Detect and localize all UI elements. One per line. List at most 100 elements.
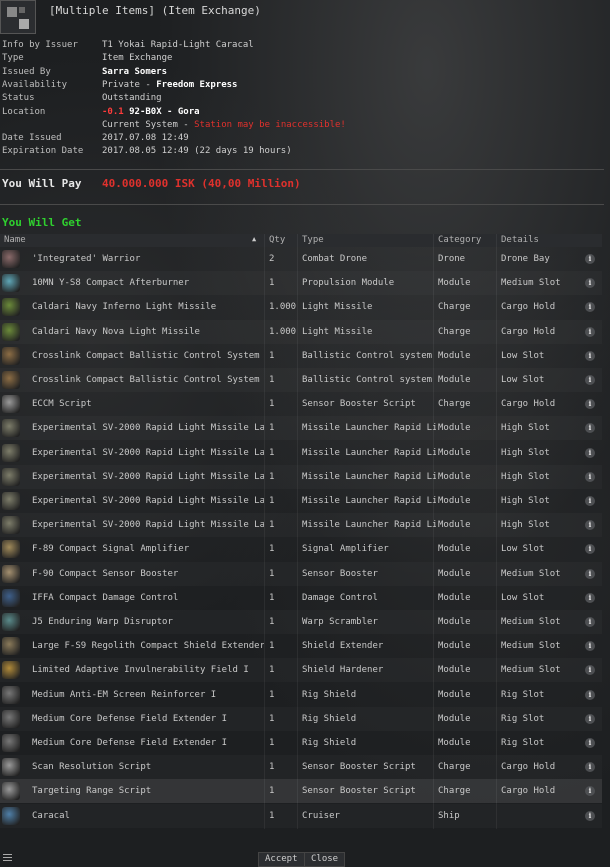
show-info-icon[interactable]: i	[585, 762, 595, 773]
header-type[interactable]: Type	[302, 235, 324, 245]
show-info-icon[interactable]: i	[585, 447, 595, 458]
table-row[interactable]: F-89 Compact Signal Amplifier 1 Signal Amp…	[0, 537, 602, 561]
show-info-icon[interactable]: i	[585, 810, 595, 821]
show-info-icon[interactable]: i	[585, 520, 595, 531]
sort-ascending-icon[interactable]: ▲	[252, 235, 256, 243]
menu-icon[interactable]	[3, 854, 12, 862]
item-details: Low Slot	[501, 375, 545, 385]
launcher-icon	[2, 443, 20, 462]
table-row[interactable]: Experimental SV-2000 Rapid Light Missile…	[0, 441, 602, 465]
show-info-icon[interactable]: i	[585, 350, 595, 361]
launcher-icon	[2, 516, 20, 535]
show-info-icon[interactable]: i	[585, 399, 595, 410]
table-row[interactable]: IFFA Compact Damage Control 1 Damage Contr…	[0, 586, 602, 610]
item-category: Charge	[438, 302, 471, 313]
info-row: Availability Private - Freedom Express	[0, 79, 610, 92]
warp-disruptor-icon	[2, 613, 20, 631]
table-row[interactable]: Experimental SV-2000 Rapid Light Missile…	[0, 416, 602, 440]
item-category: Charge	[438, 326, 471, 337]
item-name: IFFA Compact Damage Control	[32, 592, 179, 603]
show-info-icon[interactable]: i	[585, 786, 595, 797]
show-info-icon[interactable]: i	[585, 254, 595, 264]
table-row[interactable]: Crosslink Compact Ballistic Control Syst…	[0, 344, 602, 368]
show-info-icon[interactable]: i	[585, 568, 595, 579]
show-info-icon[interactable]: i	[585, 423, 595, 434]
show-info-icon[interactable]: i	[585, 496, 595, 506]
item-details: High Slot	[501, 520, 550, 531]
table-row[interactable]: Experimental SV-2000 Rapid Light Missile…	[0, 465, 602, 489]
title-bar[interactable]: [Multiple Items] (Item Exchange)	[0, 0, 610, 36]
table-row[interactable]: 'Integrated' Warrior 2 Combat Drone Drone Dr…	[0, 247, 602, 271]
item-qty: 1	[269, 447, 275, 458]
show-info-icon[interactable]: i	[585, 375, 595, 385]
header-details[interactable]: Details	[501, 235, 539, 245]
header-category[interactable]: Category	[438, 235, 481, 245]
table-row[interactable]: Caracal 1 Cruiser Ship i	[0, 804, 602, 828]
table-row[interactable]: Experimental SV-2000 Rapid Light Missile…	[0, 489, 602, 513]
table-row[interactable]: Medium Core Defense Field Extender I 1 Rig…	[0, 707, 602, 731]
issuer-link[interactable]: Sarra Somers	[102, 66, 167, 79]
show-info-icon[interactable]: i	[585, 738, 595, 748]
table-row[interactable]: Caldari Navy Inferno Light Missile 1.000 L…	[0, 295, 602, 319]
item-category: Module	[438, 641, 471, 652]
info-value: 2017.08.05 12:49 (22 days 19 hours)	[102, 146, 292, 157]
item-category: Module	[438, 447, 471, 458]
item-qty: 1	[269, 810, 275, 821]
launcher-icon	[2, 467, 20, 486]
show-info-icon[interactable]: i	[585, 592, 595, 603]
shield-extender-icon	[2, 637, 20, 656]
item-category: Module	[438, 496, 471, 506]
item-category: Charge	[438, 786, 471, 797]
info-row: Issued By Sarra Somers	[0, 66, 610, 79]
item-details: Medium Slot	[501, 665, 561, 676]
show-info-icon[interactable]: i	[585, 471, 595, 482]
item-qty: 1	[269, 496, 275, 506]
header-qty[interactable]: Qty	[269, 235, 285, 245]
item-name: Experimental SV-2000 Rapid Light Missile…	[32, 447, 264, 458]
item-name: Caracal	[32, 810, 70, 821]
table-row[interactable]: Medium Core Defense Field Extender I 1 Rig…	[0, 731, 602, 755]
show-info-icon[interactable]: i	[585, 544, 595, 555]
table-row[interactable]: Experimental SV-2000 Rapid Light Missile…	[0, 513, 602, 537]
item-name: Medium Anti-EM Screen Reinforcer I	[32, 689, 217, 700]
item-details: High Slot	[501, 496, 550, 506]
table-row[interactable]: Large F-S9 Regolith Compact Shield Exten…	[0, 634, 602, 658]
window-title: [Multiple Items] (Item Exchange)	[49, 4, 261, 17]
show-info-icon[interactable]: i	[585, 302, 595, 313]
info-row: Current System - Station may be inaccess…	[0, 119, 610, 132]
table-row[interactable]: ECCM Script 1 Sensor Booster Script Charge C…	[0, 392, 602, 416]
pay-value: 40.000.000 ISK (40,00 Million)	[102, 177, 301, 190]
table-row[interactable]: Crosslink Compact Ballistic Control Syst…	[0, 368, 602, 392]
show-info-icon[interactable]: i	[585, 641, 595, 652]
info-label: Issued By	[2, 66, 51, 77]
item-type: Shield Hardener	[302, 665, 384, 676]
table-row[interactable]: Medium Anti-EM Screen Reinforcer I 1 Rig S…	[0, 683, 602, 707]
table-row[interactable]: Targeting Range Script 1 Sensor Booster Sc…	[0, 779, 602, 804]
availability-corp-link[interactable]: Freedom Express	[156, 80, 237, 90]
item-details: High Slot	[501, 447, 550, 458]
show-info-icon[interactable]: i	[585, 326, 595, 337]
show-info-icon[interactable]: i	[585, 689, 595, 700]
show-info-icon[interactable]: i	[585, 278, 595, 289]
table-row[interactable]: 10MN Y-S8 Compact Afterburner 1 Propulsion…	[0, 271, 602, 295]
item-details: Low Slot	[501, 350, 545, 361]
table-row[interactable]: Scan Resolution Script 1 Sensor Booster Sc…	[0, 755, 602, 779]
show-info-icon[interactable]: i	[585, 665, 595, 676]
show-info-icon[interactable]: i	[585, 713, 595, 724]
item-details: Low Slot	[501, 544, 545, 555]
accept-button[interactable]: Accept	[258, 852, 305, 867]
header-name[interactable]: Name	[4, 235, 26, 245]
close-button[interactable]: Close	[304, 852, 346, 867]
item-category: Module	[438, 568, 471, 579]
rig-icon	[2, 734, 20, 752]
item-qty: 1	[269, 665, 275, 676]
footer: Accept Close	[0, 850, 610, 867]
location-link[interactable]: 92-B0X - Gora	[129, 107, 199, 117]
item-details: Cargo Hold	[501, 326, 556, 337]
info-row: Info by Issuer T1 Yokai Rapid-Light Carac…	[0, 39, 610, 52]
table-row[interactable]: F-90 Compact Sensor Booster 1 Sensor Boost…	[0, 562, 602, 586]
show-info-icon[interactable]: i	[585, 617, 595, 627]
table-row[interactable]: Caldari Navy Nova Light Missile 1.000 Ligh…	[0, 320, 602, 344]
table-row[interactable]: Limited Adaptive Invulnerability Field I…	[0, 658, 602, 682]
table-row[interactable]: J5 Enduring Warp Disruptor 1 Warp Scramble…	[0, 610, 602, 634]
